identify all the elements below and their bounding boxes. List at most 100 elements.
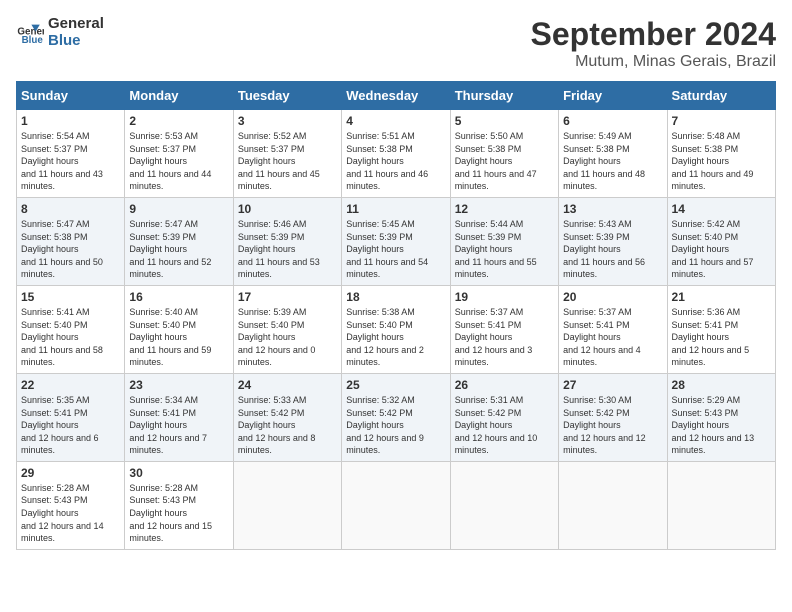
svg-text:Blue: Blue xyxy=(22,34,44,45)
calendar-cell: 25 Sunrise: 5:32 AM Sunset: 5:42 PM Dayl… xyxy=(342,373,450,461)
calendar-cell: 13 Sunrise: 5:43 AM Sunset: 5:39 PM Dayl… xyxy=(559,197,667,285)
column-header-tuesday: Tuesday xyxy=(233,82,341,110)
calendar-week-1: 1 Sunrise: 5:54 AM Sunset: 5:37 PM Dayli… xyxy=(17,110,776,198)
column-header-thursday: Thursday xyxy=(450,82,558,110)
day-info: Sunrise: 5:40 AM Sunset: 5:40 PM Dayligh… xyxy=(129,306,228,369)
calendar-header-row: SundayMondayTuesdayWednesdayThursdayFrid… xyxy=(17,82,776,110)
calendar-cell: 4 Sunrise: 5:51 AM Sunset: 5:38 PM Dayli… xyxy=(342,110,450,198)
day-info: Sunrise: 5:36 AM Sunset: 5:41 PM Dayligh… xyxy=(672,306,771,369)
day-number: 2 xyxy=(129,114,228,128)
location-subtitle: Mutum, Minas Gerais, Brazil xyxy=(531,53,776,71)
calendar-cell xyxy=(559,461,667,549)
calendar-cell: 14 Sunrise: 5:42 AM Sunset: 5:40 PM Dayl… xyxy=(667,197,775,285)
day-number: 7 xyxy=(672,114,771,128)
calendar-cell: 12 Sunrise: 5:44 AM Sunset: 5:39 PM Dayl… xyxy=(450,197,558,285)
day-info: Sunrise: 5:30 AM Sunset: 5:42 PM Dayligh… xyxy=(563,394,662,457)
day-number: 5 xyxy=(455,114,554,128)
day-number: 25 xyxy=(346,378,445,392)
day-info: Sunrise: 5:29 AM Sunset: 5:43 PM Dayligh… xyxy=(672,394,771,457)
day-info: Sunrise: 5:33 AM Sunset: 5:42 PM Dayligh… xyxy=(238,394,337,457)
calendar-week-2: 8 Sunrise: 5:47 AM Sunset: 5:38 PM Dayli… xyxy=(17,197,776,285)
day-info: Sunrise: 5:42 AM Sunset: 5:40 PM Dayligh… xyxy=(672,218,771,281)
day-number: 12 xyxy=(455,202,554,216)
calendar-cell: 19 Sunrise: 5:37 AM Sunset: 5:41 PM Dayl… xyxy=(450,285,558,373)
calendar-cell: 30 Sunrise: 5:28 AM Sunset: 5:43 PM Dayl… xyxy=(125,461,233,549)
calendar-cell: 7 Sunrise: 5:48 AM Sunset: 5:38 PM Dayli… xyxy=(667,110,775,198)
day-info: Sunrise: 5:38 AM Sunset: 5:40 PM Dayligh… xyxy=(346,306,445,369)
day-info: Sunrise: 5:48 AM Sunset: 5:38 PM Dayligh… xyxy=(672,130,771,193)
day-info: Sunrise: 5:45 AM Sunset: 5:39 PM Dayligh… xyxy=(346,218,445,281)
day-number: 3 xyxy=(238,114,337,128)
day-number: 23 xyxy=(129,378,228,392)
day-number: 19 xyxy=(455,290,554,304)
day-number: 21 xyxy=(672,290,771,304)
logo-text: General Blue xyxy=(48,16,104,49)
day-number: 6 xyxy=(563,114,662,128)
calendar-week-5: 29 Sunrise: 5:28 AM Sunset: 5:43 PM Dayl… xyxy=(17,461,776,549)
calendar-cell: 28 Sunrise: 5:29 AM Sunset: 5:43 PM Dayl… xyxy=(667,373,775,461)
day-info: Sunrise: 5:52 AM Sunset: 5:37 PM Dayligh… xyxy=(238,130,337,193)
calendar-cell: 23 Sunrise: 5:34 AM Sunset: 5:41 PM Dayl… xyxy=(125,373,233,461)
page-header: General Blue General Blue September 2024… xyxy=(16,16,776,71)
calendar-cell: 6 Sunrise: 5:49 AM Sunset: 5:38 PM Dayli… xyxy=(559,110,667,198)
day-number: 17 xyxy=(238,290,337,304)
day-number: 13 xyxy=(563,202,662,216)
calendar-cell: 24 Sunrise: 5:33 AM Sunset: 5:42 PM Dayl… xyxy=(233,373,341,461)
column-header-sunday: Sunday xyxy=(17,82,125,110)
day-info: Sunrise: 5:47 AM Sunset: 5:38 PM Dayligh… xyxy=(21,218,120,281)
calendar-cell: 26 Sunrise: 5:31 AM Sunset: 5:42 PM Dayl… xyxy=(450,373,558,461)
day-number: 1 xyxy=(21,114,120,128)
day-info: Sunrise: 5:46 AM Sunset: 5:39 PM Dayligh… xyxy=(238,218,337,281)
day-info: Sunrise: 5:44 AM Sunset: 5:39 PM Dayligh… xyxy=(455,218,554,281)
day-info: Sunrise: 5:32 AM Sunset: 5:42 PM Dayligh… xyxy=(346,394,445,457)
day-info: Sunrise: 5:51 AM Sunset: 5:38 PM Dayligh… xyxy=(346,130,445,193)
day-info: Sunrise: 5:28 AM Sunset: 5:43 PM Dayligh… xyxy=(21,482,120,545)
day-info: Sunrise: 5:47 AM Sunset: 5:39 PM Dayligh… xyxy=(129,218,228,281)
calendar-cell: 5 Sunrise: 5:50 AM Sunset: 5:38 PM Dayli… xyxy=(450,110,558,198)
day-info: Sunrise: 5:43 AM Sunset: 5:39 PM Dayligh… xyxy=(563,218,662,281)
calendar-week-4: 22 Sunrise: 5:35 AM Sunset: 5:41 PM Dayl… xyxy=(17,373,776,461)
day-info: Sunrise: 5:54 AM Sunset: 5:37 PM Dayligh… xyxy=(21,130,120,193)
day-number: 4 xyxy=(346,114,445,128)
day-info: Sunrise: 5:28 AM Sunset: 5:43 PM Dayligh… xyxy=(129,482,228,545)
day-number: 30 xyxy=(129,466,228,480)
column-header-wednesday: Wednesday xyxy=(342,82,450,110)
calendar-cell: 9 Sunrise: 5:47 AM Sunset: 5:39 PM Dayli… xyxy=(125,197,233,285)
logo-line1: General xyxy=(48,16,104,33)
calendar-cell: 27 Sunrise: 5:30 AM Sunset: 5:42 PM Dayl… xyxy=(559,373,667,461)
day-info: Sunrise: 5:37 AM Sunset: 5:41 PM Dayligh… xyxy=(563,306,662,369)
calendar-cell: 17 Sunrise: 5:39 AM Sunset: 5:40 PM Dayl… xyxy=(233,285,341,373)
day-info: Sunrise: 5:39 AM Sunset: 5:40 PM Dayligh… xyxy=(238,306,337,369)
calendar-cell: 8 Sunrise: 5:47 AM Sunset: 5:38 PM Dayli… xyxy=(17,197,125,285)
title-area: September 2024 Mutum, Minas Gerais, Braz… xyxy=(531,16,776,71)
day-number: 20 xyxy=(563,290,662,304)
day-number: 28 xyxy=(672,378,771,392)
logo-icon: General Blue xyxy=(16,19,44,47)
calendar-cell: 20 Sunrise: 5:37 AM Sunset: 5:41 PM Dayl… xyxy=(559,285,667,373)
calendar-cell: 16 Sunrise: 5:40 AM Sunset: 5:40 PM Dayl… xyxy=(125,285,233,373)
day-info: Sunrise: 5:37 AM Sunset: 5:41 PM Dayligh… xyxy=(455,306,554,369)
day-info: Sunrise: 5:41 AM Sunset: 5:40 PM Dayligh… xyxy=(21,306,120,369)
day-number: 29 xyxy=(21,466,120,480)
month-title: September 2024 xyxy=(531,16,776,53)
column-header-friday: Friday xyxy=(559,82,667,110)
calendar-cell: 10 Sunrise: 5:46 AM Sunset: 5:39 PM Dayl… xyxy=(233,197,341,285)
day-number: 15 xyxy=(21,290,120,304)
day-number: 11 xyxy=(346,202,445,216)
calendar-cell xyxy=(342,461,450,549)
day-number: 22 xyxy=(21,378,120,392)
calendar-cell: 21 Sunrise: 5:36 AM Sunset: 5:41 PM Dayl… xyxy=(667,285,775,373)
calendar-cell: 2 Sunrise: 5:53 AM Sunset: 5:37 PM Dayli… xyxy=(125,110,233,198)
day-number: 26 xyxy=(455,378,554,392)
day-number: 8 xyxy=(21,202,120,216)
day-number: 10 xyxy=(238,202,337,216)
day-info: Sunrise: 5:50 AM Sunset: 5:38 PM Dayligh… xyxy=(455,130,554,193)
calendar-week-3: 15 Sunrise: 5:41 AM Sunset: 5:40 PM Dayl… xyxy=(17,285,776,373)
column-header-saturday: Saturday xyxy=(667,82,775,110)
day-info: Sunrise: 5:35 AM Sunset: 5:41 PM Dayligh… xyxy=(21,394,120,457)
day-info: Sunrise: 5:53 AM Sunset: 5:37 PM Dayligh… xyxy=(129,130,228,193)
day-number: 9 xyxy=(129,202,228,216)
column-header-monday: Monday xyxy=(125,82,233,110)
calendar-cell: 1 Sunrise: 5:54 AM Sunset: 5:37 PM Dayli… xyxy=(17,110,125,198)
calendar-cell: 15 Sunrise: 5:41 AM Sunset: 5:40 PM Dayl… xyxy=(17,285,125,373)
